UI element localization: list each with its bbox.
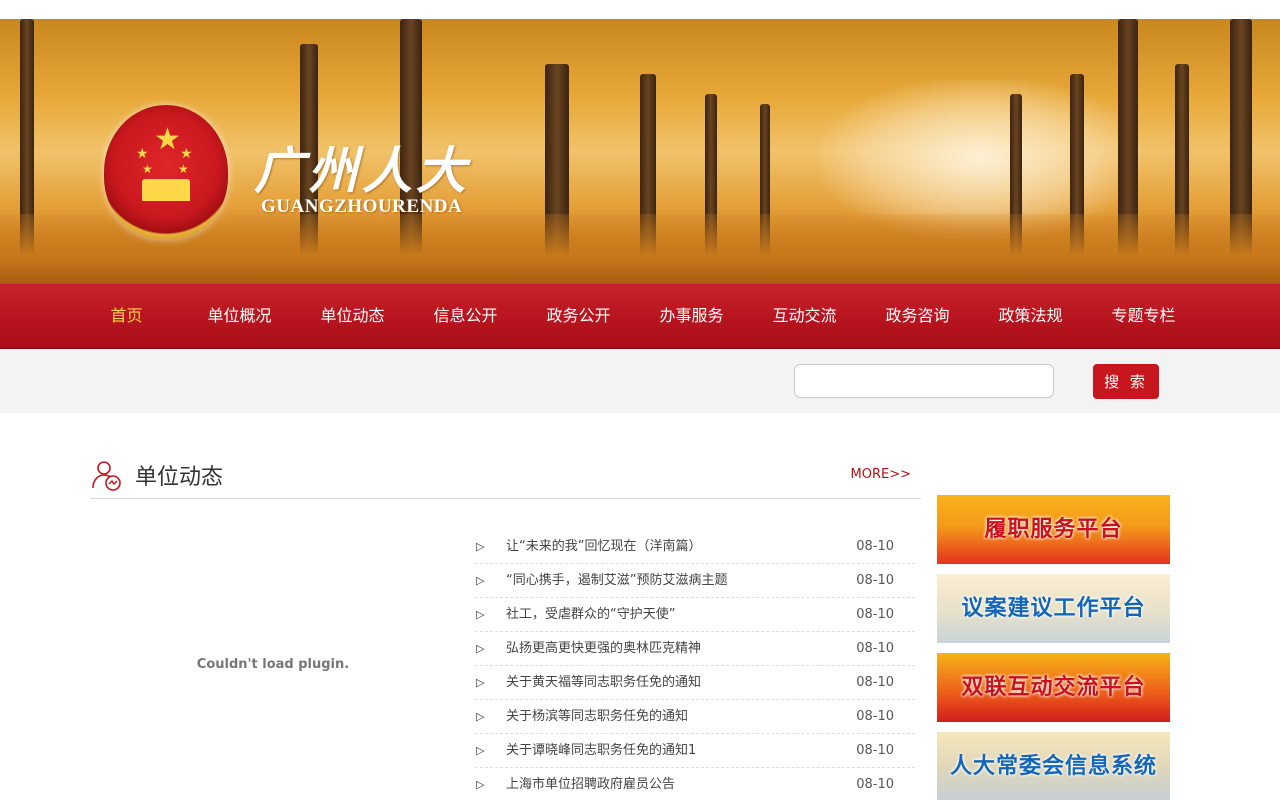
- banner-label: 双联互动交流平台: [961, 675, 1146, 700]
- main-content: 单位动态 MORE>> Couldn't load plugin. ▷ 让“未来的…: [0, 413, 1280, 800]
- triangle-right-icon: ▷: [476, 540, 485, 553]
- nav-item-unit-overview[interactable]: 单位概况: [183, 284, 296, 349]
- nav-item-government-affairs[interactable]: 政务公开: [522, 284, 635, 349]
- news-date: 08-10: [856, 641, 894, 656]
- triangle-right-icon: ▷: [476, 744, 485, 757]
- star-icon: ★: [136, 146, 149, 162]
- news-date: 08-10: [856, 743, 894, 758]
- news-title[interactable]: 弘扬更高更快更强的奥林匹克精神: [506, 632, 701, 665]
- site-logo-chinese: 广州人大: [254, 141, 470, 200]
- news-date: 08-10: [856, 573, 894, 588]
- more-link[interactable]: MORE>>: [851, 467, 911, 482]
- triangle-right-icon: ▷: [476, 608, 485, 621]
- search-input[interactable]: [794, 364, 1054, 398]
- news-title[interactable]: 关于杨滨等同志职务任免的通知: [506, 700, 688, 733]
- nav-item-services[interactable]: 办事服务: [635, 284, 748, 349]
- news-item[interactable]: ▷ 上海市单位招聘政府雇员公告 08-10: [475, 768, 915, 800]
- banner-label: 履职服务平台: [984, 517, 1123, 542]
- header-banner: ★ ★ ★ ★ ★ 广州人大 GUANGZHOURENDA: [0, 19, 1280, 284]
- news-item[interactable]: ▷ 社工，受虐群众的“守护天使” 08-10: [475, 598, 915, 632]
- news-date: 08-10: [856, 777, 894, 792]
- news-title[interactable]: 让“未来的我”回忆现在（洋南篇）: [506, 530, 701, 563]
- banner-label: 议案建议工作平台: [961, 596, 1146, 621]
- news-title[interactable]: “同心携手，遏制艾滋”预防艾滋病主题: [506, 564, 727, 597]
- news-date: 08-10: [856, 675, 894, 690]
- search-bar: 搜 索: [0, 349, 1280, 413]
- site-logo-english: GUANGZHOURENDA: [261, 196, 463, 217]
- main-navigation: 首页 单位概况 单位动态 信息公开 政务公开 办事服务 互动交流 政务咨询 政策…: [0, 284, 1280, 349]
- news-item[interactable]: ▷ 关于杨滨等同志职务任免的通知 08-10: [475, 700, 915, 734]
- plugin-error-message: Couldn't load plugin.: [196, 656, 350, 672]
- news-item[interactable]: ▷ “同心携手，遏制艾滋”预防艾滋病主题 08-10: [475, 564, 915, 598]
- plugin-placeholder: Couldn't load plugin.: [90, 528, 456, 800]
- news-date: 08-10: [856, 607, 894, 622]
- tiananmen-gate-icon: [142, 179, 190, 201]
- national-emblem-logo: ★ ★ ★ ★ ★: [104, 105, 228, 239]
- section-title: 单位动态: [135, 465, 224, 490]
- news-date: 08-10: [856, 709, 894, 724]
- sidebar-platform-links: 履职服务平台 议案建议工作平台 双联互动交流平台 人大常委会信息系统: [937, 495, 1170, 800]
- news-title[interactable]: 关于谭晓峰同志职务任免的通知1: [506, 734, 696, 767]
- triangle-right-icon: ▷: [476, 574, 485, 587]
- nav-item-consultation[interactable]: 政务咨询: [861, 284, 974, 349]
- nav-item-unit-news[interactable]: 单位动态: [296, 284, 409, 349]
- triangle-right-icon: ▷: [476, 778, 485, 791]
- news-item[interactable]: ▷ 关于谭晓峰同志职务任免的通知1 08-10: [475, 734, 915, 768]
- proposal-work-platform-banner[interactable]: 议案建议工作平台: [937, 574, 1170, 643]
- search-button[interactable]: 搜 索: [1093, 364, 1159, 399]
- nav-item-home[interactable]: 首页: [70, 284, 183, 349]
- star-icon: ★: [180, 146, 193, 162]
- interaction-platform-banner[interactable]: 双联互动交流平台: [937, 653, 1170, 722]
- nav-item-policies[interactable]: 政策法规: [974, 284, 1087, 349]
- news-list: ▷ 让“未来的我”回忆现在（洋南篇） 08-10 ▷ “同心携手，遏制艾滋”预防艾滋病…: [475, 530, 915, 800]
- nav-item-interaction[interactable]: 互动交流: [748, 284, 861, 349]
- triangle-right-icon: ▷: [476, 676, 485, 689]
- news-item[interactable]: ▷ 关于黄天福等同志职务任免的通知 08-10: [475, 666, 915, 700]
- news-title[interactable]: 社工，受虐群众的“守护天使”: [506, 598, 675, 631]
- top-strip: [0, 0, 1280, 19]
- triangle-right-icon: ▷: [476, 710, 485, 723]
- news-title[interactable]: 关于黄天福等同志职务任免的通知: [506, 666, 701, 699]
- news-item[interactable]: ▷ 弘扬更高更快更强的奥林匹克精神 08-10: [475, 632, 915, 666]
- user-chart-icon: [92, 461, 121, 491]
- star-icon: ★: [178, 162, 189, 176]
- news-item[interactable]: ▷ 让“未来的我”回忆现在（洋南篇） 08-10: [475, 530, 915, 564]
- section-header: 单位动态 MORE>>: [90, 455, 921, 499]
- news-title[interactable]: 上海市单位招聘政府雇员公告: [506, 768, 675, 800]
- star-icon: ★: [142, 162, 153, 176]
- triangle-right-icon: ▷: [476, 642, 485, 655]
- star-icon: ★: [154, 122, 181, 157]
- nav-item-special-topics[interactable]: 专题专栏: [1087, 284, 1200, 349]
- banner-label: 人大常委会信息系统: [949, 754, 1157, 779]
- standing-committee-info-banner[interactable]: 人大常委会信息系统: [937, 732, 1170, 800]
- nav-item-info-disclosure[interactable]: 信息公开: [409, 284, 522, 349]
- duty-service-platform-banner[interactable]: 履职服务平台: [937, 495, 1170, 564]
- news-date: 08-10: [856, 539, 894, 554]
